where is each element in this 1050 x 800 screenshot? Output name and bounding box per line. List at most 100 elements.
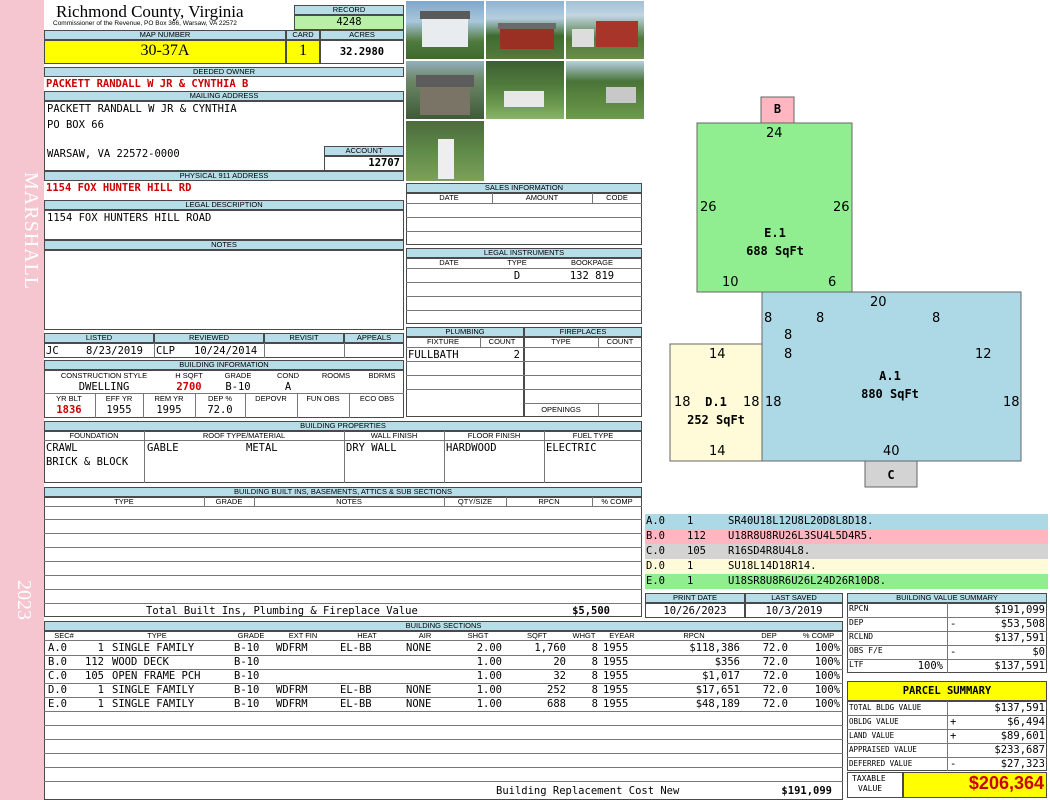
- eff-yr-value: 1955: [106, 404, 132, 416]
- photo-house-front: [405, 0, 485, 60]
- photo-house-trees: [485, 60, 565, 120]
- record-value: 4248: [336, 16, 362, 28]
- dim-a-left: 18: [765, 395, 782, 410]
- parcel-obldg-label: OBLDG VALUE: [849, 717, 899, 726]
- dim-e-left: 26: [700, 200, 717, 215]
- account-value: 12707: [368, 157, 400, 169]
- sidebar: [0, 0, 44, 800]
- fireplaces-header: FIREPLACES: [524, 327, 642, 337]
- foundation-value-1: CRAWL: [46, 442, 78, 454]
- dim-a-bottom: 40: [883, 444, 900, 459]
- rem-yr-value: 1995: [156, 404, 182, 416]
- parcel-appraised-value: $233,687: [994, 744, 1045, 756]
- bs-type-label: TYPE: [147, 631, 167, 640]
- dim-d-right: 18: [743, 395, 760, 410]
- physical-address-value: 1154 FOX HUNTER HILL RD: [46, 182, 192, 194]
- acres-value: 32.2980: [339, 46, 385, 58]
- plumbing-count-label: COUNT: [488, 337, 516, 346]
- photo-log-cabin: [405, 60, 485, 120]
- fuel-label: FUEL TYPE: [572, 431, 614, 440]
- bvs-rclnd-value: $137,591: [994, 632, 1045, 644]
- dim-e-top: 24: [766, 126, 783, 141]
- floor-value: HARDWOOD: [446, 442, 497, 454]
- revisit-header: REVISIT: [264, 333, 344, 343]
- building-sections-rows: A.0 1 SINGLE FAMILY B-10 WDFRM EL-BB NONE 2.00 1…: [44, 641, 843, 711]
- listed-by: JC: [46, 345, 59, 357]
- sketch-code-row-e: E.0 1 U18SR8U8R6U26L24D26R10D8.: [645, 574, 1048, 589]
- dim-d-left: 18: [674, 395, 691, 410]
- parcel-land-value: $89,601: [1000, 730, 1045, 742]
- wall-label: WALL FINISH: [370, 431, 418, 440]
- bdrms-label: BDRMS: [368, 371, 396, 380]
- legal-description-value: 1154 FOX HUNTERS HILL ROAD: [47, 212, 212, 224]
- photo-red-barn: [485, 0, 565, 60]
- replacement-cost-label: Building Replacement Cost New: [496, 785, 680, 797]
- notes-box: [44, 250, 404, 330]
- bs-rpcn-label: RPCN: [683, 631, 705, 640]
- sketch-code-row-b: B.0 112 U18R8U8RU26L3SU4L5D4R5.: [645, 529, 1048, 544]
- value-label: VALUE: [858, 784, 883, 793]
- foundation-label: FOUNDATION: [69, 431, 119, 440]
- foundation-value-2: BRICK & BLOCK: [46, 456, 129, 468]
- h-sqft-label: H SQFT: [175, 371, 203, 380]
- section-row: A.0 1 SINGLE FAMILY B-10 WDFRM EL-BB NONE 2.00 1…: [48, 642, 840, 654]
- bi-rpcn-label: RPCN: [538, 497, 560, 506]
- parcel-appraised-label: APPRAISED VALUE: [849, 745, 917, 754]
- sketch-code-row-a: A.0 1 SR40U18L12U8L20D8L8D18.: [645, 514, 1048, 529]
- photo-yard: [565, 60, 645, 120]
- builtins-box: [44, 497, 642, 617]
- bvs-rpcn-label: RPCN: [849, 604, 869, 613]
- li-bookpage-value: 132 819: [569, 270, 615, 282]
- section-row: D.0 1 SINGLE FAMILY B-10 WDFRM EL-BB NONE 1.00 2…: [48, 684, 840, 696]
- dim-a-right-top: 12: [975, 347, 992, 362]
- print-date-header: PRINT DATE: [645, 593, 745, 603]
- parcel-rows: TOTAL BLDG VALUE $137,591 OBLDG VALUE + $6,…: [847, 701, 1047, 771]
- sales-information-header: SALES INFORMATION: [406, 183, 642, 193]
- bvs-ltf-value: $137,591: [994, 660, 1045, 672]
- bs-eyear-label: EYEAR: [609, 631, 635, 640]
- fixture-label: FIXTURE: [426, 337, 460, 346]
- bs-heat-label: HEAT: [357, 631, 377, 640]
- parcel-deferred-value: $27,323: [1000, 758, 1045, 770]
- fixture-value: FULLBATH: [408, 349, 459, 361]
- bs-grade-label: GRADE: [237, 631, 265, 640]
- dep-pct-value: 72.0: [207, 404, 233, 416]
- deeded-owner-value: PACKETT RANDALL W JR & CYNTHIA B: [46, 78, 249, 90]
- cond-value: A: [284, 381, 292, 393]
- fp-type-label: TYPE: [551, 337, 571, 346]
- sketch-code-row-d: D.0 1 SU18L14D18R14.: [645, 559, 1048, 574]
- total-builtins-value: $5,500: [572, 605, 610, 617]
- rooms-label: ROOMS: [321, 371, 351, 380]
- bs-sec-label: SEC#: [54, 631, 74, 640]
- mailing-line3: WARSAW, VA 22572-0000: [47, 148, 180, 160]
- print-date-value: 10/26/2023: [663, 605, 727, 617]
- legal-description-header: LEGAL DESCRIPTION: [44, 200, 404, 210]
- fun-obs-label: FUN OBS: [306, 394, 340, 403]
- bi-qty-label: QTY/SIZE: [457, 497, 493, 506]
- parcel-obldg-value: $6,494: [1007, 716, 1045, 728]
- dim-d-bottom: 14: [709, 444, 726, 459]
- sketch-a-area: 880 SqFt: [861, 387, 919, 401]
- mailing-address-header: MAILING ADDRESS: [44, 91, 404, 101]
- dep-pct-label: DEP %: [207, 394, 233, 403]
- li-bookpage-label: BOOKPAGE: [571, 258, 613, 267]
- reviewed-header: REVIEWED: [154, 333, 264, 343]
- card-value: 1: [299, 42, 307, 59]
- legal-instruments-header: LEGAL INSTRUMENTS: [406, 248, 642, 258]
- building-sketch: [669, 96, 1022, 488]
- roof-type-value: GABLE: [147, 442, 179, 454]
- district-label: MARSHALL: [20, 172, 42, 291]
- parcel-deferred-label: DEFERRED VALUE: [849, 759, 913, 768]
- map-number-header: MAP NUMBER: [44, 30, 286, 40]
- grade-value: B-10: [225, 381, 251, 393]
- builtins-header: BUILDING BUILT INS, BASEMENTS, ATTICS & …: [44, 487, 642, 497]
- sketch-code-list: A.0 1 SR40U18L12U8L20D8L8D18. B.0 112 U18R8U…: [645, 514, 1048, 589]
- dim-e-neck-l: 8: [764, 311, 773, 326]
- bi-comp-label: % COMP: [601, 497, 633, 506]
- mailing-line2: PO BOX 66: [47, 119, 104, 131]
- eco-obs-label: ECO OBS: [359, 394, 395, 403]
- floor-label: FLOOR FINISH: [467, 431, 521, 440]
- mailing-line1: PACKETT RANDALL W JR & CYNTHIA: [47, 103, 237, 115]
- listed-header: LISTED: [44, 333, 154, 343]
- taxable-label: TAXABLE: [852, 774, 886, 783]
